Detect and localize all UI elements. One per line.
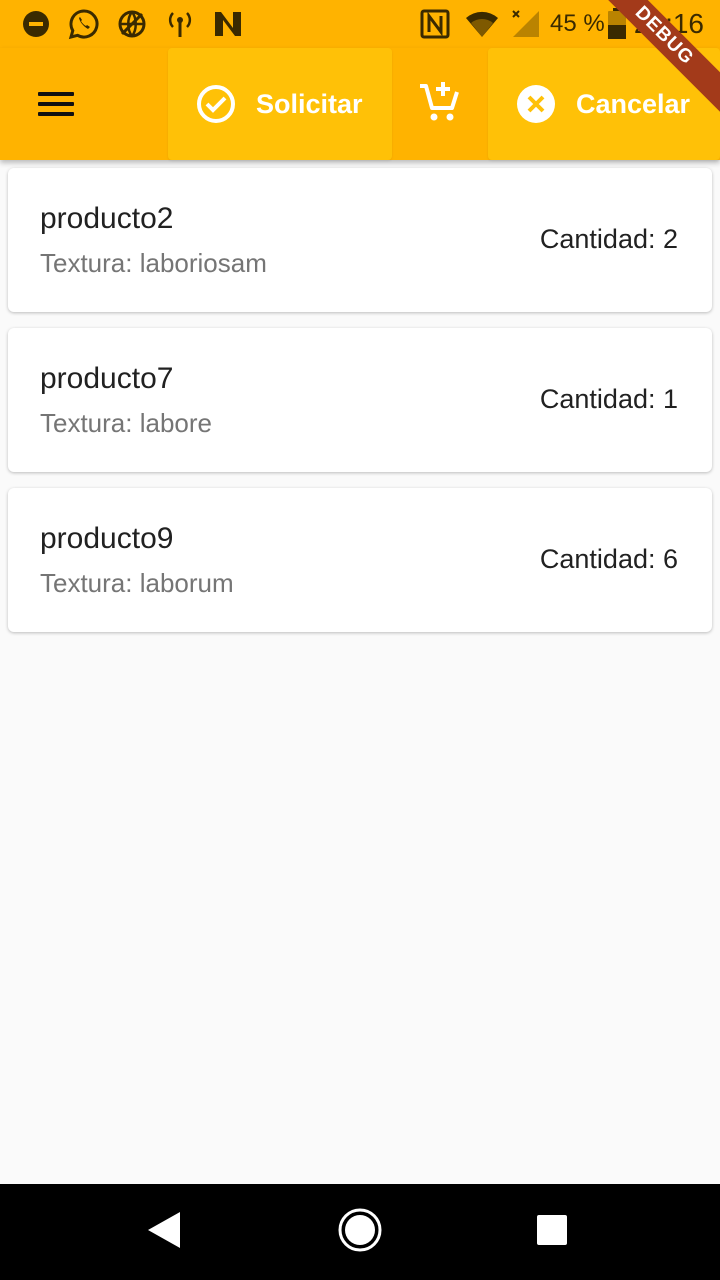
product-name: producto7	[40, 362, 174, 395]
list-item[interactable]: producto9 Textura: laborum Cantidad: 6	[8, 488, 712, 632]
menu-button[interactable]	[22, 72, 90, 136]
product-quantity: Cantidad: 6	[539, 544, 678, 574]
product-quantity: Cantidad: 1	[539, 384, 678, 414]
navigation-bar	[0, 1184, 720, 1280]
home-button[interactable]	[336, 1208, 384, 1256]
app-bar: Solicitar Cancelar	[0, 48, 720, 160]
wifi-icon	[464, 8, 500, 40]
status-bar: 45 % 21:16	[0, 0, 720, 48]
add-to-cart-button[interactable]	[408, 72, 472, 136]
product-list: producto2 Textura: laboriosam Cantidad: …	[8, 168, 712, 648]
vpn-globe-icon	[116, 8, 148, 40]
solicitar-button[interactable]: Solicitar	[168, 48, 392, 160]
list-item[interactable]: producto2 Textura: laboriosam Cantidad: …	[8, 168, 712, 312]
app-screen: 45 % 21:16 Solicitar	[0, 0, 720, 1280]
product-name: producto2	[40, 202, 174, 235]
n-app-icon	[212, 8, 244, 40]
nfc-icon	[418, 8, 452, 40]
product-texture: Textura: laboriosam	[40, 248, 267, 278]
back-button[interactable]	[140, 1208, 188, 1256]
product-quantity: Cantidad: 2	[539, 224, 678, 254]
recents-button[interactable]	[528, 1208, 576, 1256]
recents-icon	[536, 1214, 568, 1251]
product-texture: Textura: laborum	[40, 568, 234, 598]
product-name: producto9	[40, 522, 174, 555]
solicitar-label: Solicitar	[256, 88, 363, 119]
battery-percent: 45 %	[550, 10, 605, 37]
product-texture: Textura: labore	[40, 408, 212, 438]
list-item[interactable]: producto7 Textura: labore Cantidad: 1	[8, 328, 712, 472]
home-icon	[337, 1207, 383, 1258]
signal-icon	[508, 8, 542, 40]
whatsapp-icon	[66, 8, 102, 40]
add-to-cart-icon	[418, 80, 462, 129]
wireless-tethering-icon	[166, 8, 194, 40]
cancel-circle-icon	[516, 84, 556, 124]
do-not-disturb-icon	[20, 8, 52, 40]
hamburger-menu-icon	[38, 92, 74, 116]
back-icon	[144, 1210, 184, 1255]
cancelar-label: Cancelar	[576, 88, 691, 119]
check-circle-icon	[196, 84, 236, 124]
